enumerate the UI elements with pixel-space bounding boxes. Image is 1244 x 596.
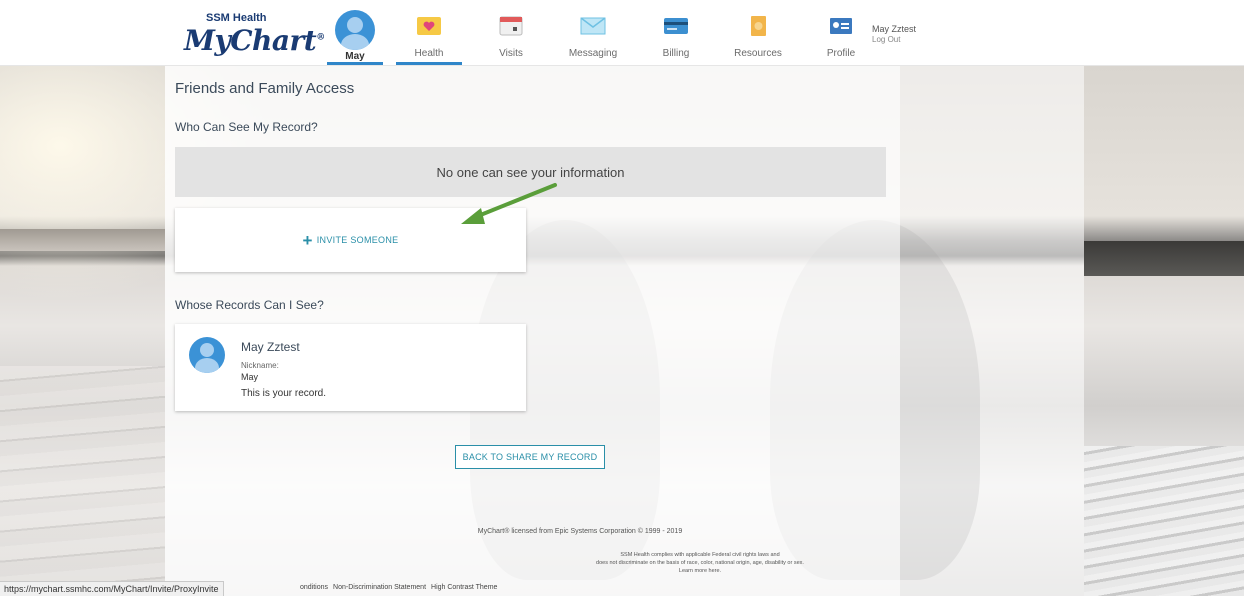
who-can-see-heading: Who Can See My Record? xyxy=(175,120,318,134)
top-header: SSM Health MyChart® May Health Visits Me… xyxy=(0,0,1244,66)
logo-main-text: MyChart® xyxy=(184,24,325,57)
health-icon xyxy=(417,17,441,35)
whose-records-heading: Whose Records Can I See? xyxy=(175,298,324,312)
compliance-line-2: does not discriminate on the basis of ra… xyxy=(596,560,804,566)
nav-avatar-may[interactable]: May xyxy=(327,6,383,66)
invite-someone-button[interactable]: + INVITE SOMEONE xyxy=(303,232,399,249)
compliance-learn-more-link[interactable]: Learn more here. xyxy=(530,567,870,575)
nav-visits-label: Visits xyxy=(499,48,523,59)
record-avatar-icon xyxy=(189,337,225,373)
record-nickname: May xyxy=(241,372,259,382)
record-name: May Zztest xyxy=(241,340,300,354)
avatar-label: May xyxy=(345,51,365,62)
nav-health[interactable]: Health xyxy=(396,0,462,66)
background-sea-left xyxy=(0,229,165,251)
nav-health-label: Health xyxy=(414,48,444,59)
side-panel xyxy=(900,66,1084,596)
logo-brand-text: SSM Health xyxy=(206,12,267,24)
invite-someone-label: INVITE SOMEONE xyxy=(316,235,399,245)
nav-visits[interactable]: Visits xyxy=(478,0,544,66)
logout-link[interactable]: Log Out xyxy=(872,35,916,44)
envelope-icon xyxy=(580,17,606,35)
empty-access-message: No one can see your information xyxy=(436,164,625,180)
plus-icon: + xyxy=(302,230,313,250)
browser-status-bar: https://mychart.ssmhc.com/MyChart/Invite… xyxy=(0,581,224,596)
background-snow-left xyxy=(0,366,165,596)
record-nickname-label: Nickname: xyxy=(241,361,279,370)
compliance-line-1: SSM Health complies with applicable Fede… xyxy=(620,552,780,558)
nav-billing[interactable]: Billing xyxy=(643,0,709,66)
avatar-icon xyxy=(335,10,375,50)
user-name: May Zztest xyxy=(872,24,917,34)
record-card[interactable]: May Zztest Nickname: May This is your re… xyxy=(175,324,526,411)
book-icon xyxy=(751,16,766,36)
background-sea-right xyxy=(1084,241,1244,276)
record-note: This is your record. xyxy=(241,388,327,399)
nav-profile-label: Profile xyxy=(826,48,856,59)
footer-license: MyChart® licensed from Epic Systems Corp… xyxy=(477,528,683,535)
footer-link-high-contrast[interactable]: High Contrast Theme xyxy=(431,584,497,591)
calendar-icon xyxy=(499,16,523,36)
nav-billing-label: Billing xyxy=(662,48,690,59)
logo-wordmark: MyChart xyxy=(184,24,317,57)
footer-links: onditions Non-Discrimination Statement H… xyxy=(300,584,497,591)
nav-messaging[interactable]: Messaging xyxy=(560,0,626,66)
mychart-logo[interactable]: SSM Health MyChart® xyxy=(176,8,325,62)
credit-card-icon xyxy=(664,18,688,34)
status-url: https://mychart.ssmhc.com/MyChart/Invite… xyxy=(4,584,219,594)
nav-messaging-label: Messaging xyxy=(568,48,618,59)
page-title: Friends and Family Access xyxy=(175,80,355,97)
background-snow-right xyxy=(1084,446,1244,596)
annotation-arrow-icon xyxy=(461,183,557,224)
nav-profile[interactable]: Profile xyxy=(808,0,874,66)
logo-registered-mark: ® xyxy=(316,32,325,43)
footer-link-non-discrimination[interactable]: Non-Discrimination Statement xyxy=(333,584,426,591)
nav-resources-label: Resources xyxy=(734,48,782,59)
back-to-share-button[interactable]: BACK TO SHARE MY RECORD xyxy=(455,445,605,469)
user-block: May Zztest Log Out xyxy=(872,24,916,44)
footer-link-terms[interactable]: onditions xyxy=(300,584,328,591)
id-card-icon xyxy=(830,18,852,34)
nav-resources[interactable]: Resources xyxy=(725,0,791,66)
footer-compliance: SSM Health complies with applicable Fede… xyxy=(530,551,870,575)
